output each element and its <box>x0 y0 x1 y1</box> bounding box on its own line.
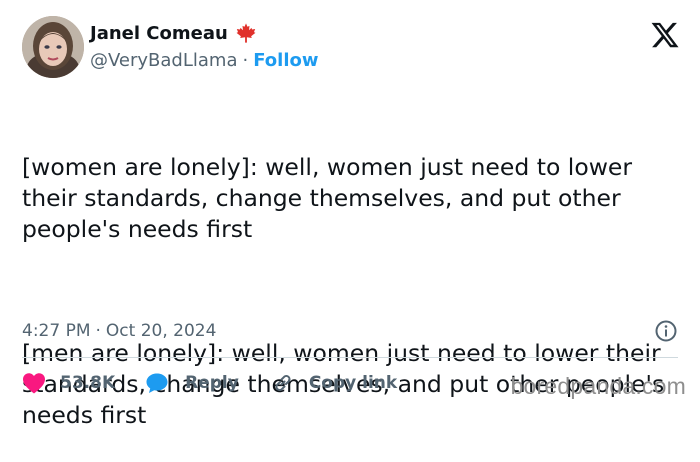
separator-dot: · <box>242 50 249 71</box>
copy-link-label: Copy link <box>308 373 398 393</box>
like-count: 53.8K <box>60 373 116 393</box>
heart-icon <box>23 373 45 394</box>
follow-button[interactable]: Follow <box>253 50 318 71</box>
action-bar: 53.8K Reply Copy link <box>22 369 397 397</box>
copy-link-button[interactable]: Copy link <box>271 371 397 395</box>
divider <box>22 357 678 358</box>
info-icon[interactable] <box>654 319 678 343</box>
maple-leaf-icon <box>235 22 257 44</box>
display-name[interactable]: Janel Comeau <box>90 23 228 44</box>
link-icon <box>275 375 291 391</box>
tweet-time[interactable]: 4:27 PM <box>22 321 91 341</box>
avatar[interactable] <box>22 16 84 78</box>
tweet-text: [women are lonely]: well, women just nee… <box>22 90 692 462</box>
name-row: Janel Comeau <box>90 20 319 46</box>
tweet-paragraph-1: [women are lonely]: well, women just nee… <box>22 153 640 243</box>
reply-label: Reply <box>185 373 239 393</box>
timestamp-row: 4:27 PM · Oct 20, 2024 <box>22 318 678 344</box>
like-button[interactable]: 53.8K <box>22 372 115 394</box>
watermark: boredpanda.com <box>510 373 686 399</box>
handle-row: @VeryBadLlama · Follow <box>90 50 319 71</box>
timestamp-separator: · <box>95 321 101 341</box>
tweet-header: Janel Comeau @VeryBadLlama · Follow <box>22 16 682 78</box>
user-handle[interactable]: @VeryBadLlama <box>90 50 237 71</box>
reply-button[interactable]: Reply <box>145 372 239 394</box>
reply-bubble-icon <box>146 373 168 393</box>
user-info: Janel Comeau @VeryBadLlama · Follow <box>90 20 319 72</box>
tweet-date[interactable]: Oct 20, 2024 <box>106 321 217 341</box>
x-logo-icon[interactable] <box>650 20 680 50</box>
